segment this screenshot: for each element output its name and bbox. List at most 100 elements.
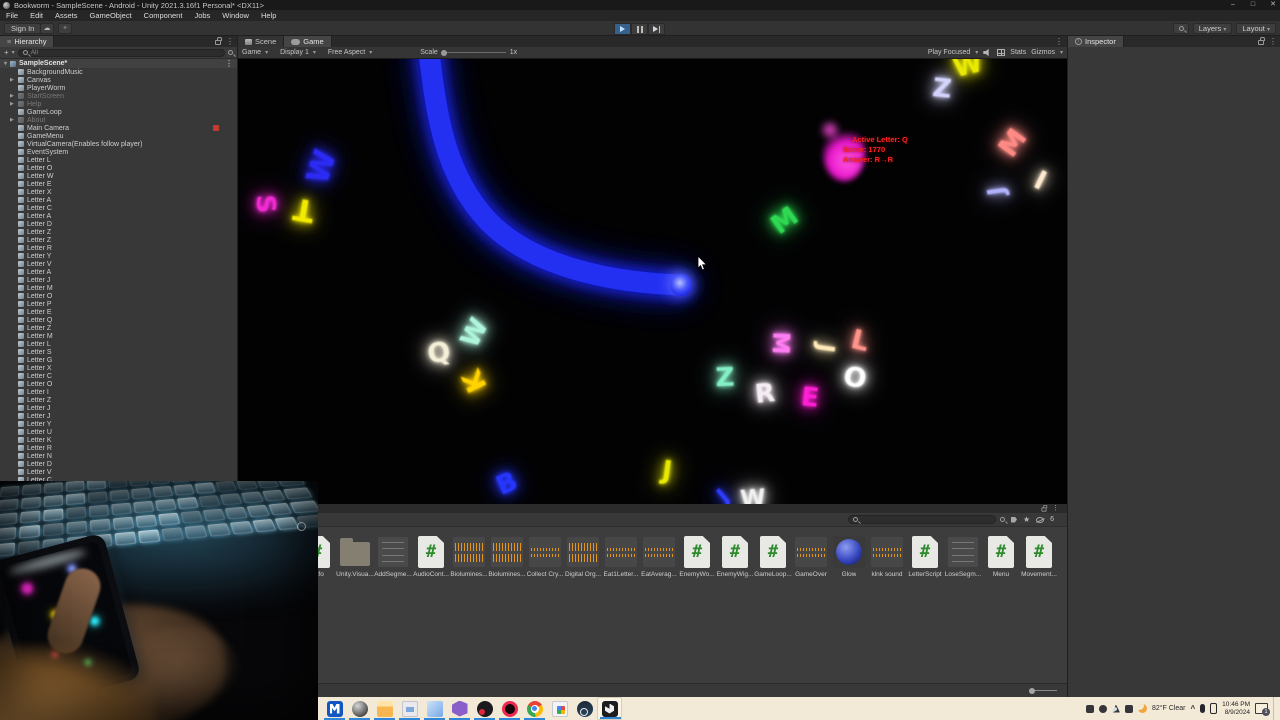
- notification-center-icon[interactable]: 1: [1255, 703, 1270, 716]
- tray-icon[interactable]: [1085, 704, 1094, 713]
- hierarchy-item[interactable]: Letter R: [0, 444, 237, 452]
- asset-tile[interactable]: # EnemyWo...: [678, 535, 716, 578]
- taskbar-app-bluefolder[interactable]: [422, 697, 447, 720]
- aspect-select[interactable]: Free Aspect: [328, 49, 365, 56]
- add-object-button[interactable]: +: [4, 48, 9, 57]
- hierarchy-item[interactable]: Letter G: [0, 356, 237, 364]
- cloud-icon[interactable]: ☁: [40, 23, 54, 34]
- taskbar-app-sphere[interactable]: [347, 697, 372, 720]
- show-desktop-button[interactable]: [1273, 697, 1277, 720]
- expand-arrow-icon[interactable]: ▶: [10, 117, 14, 123]
- taskbar-app-opera[interactable]: [497, 697, 522, 720]
- asset-tile[interactable]: Collect Cry...: [526, 535, 564, 578]
- menu-item-jobs[interactable]: Jobs: [188, 10, 216, 21]
- taskbar-app-steam[interactable]: [572, 697, 597, 720]
- sign-in-button[interactable]: Sign In: [4, 23, 42, 34]
- tab-scene[interactable]: Scene: [238, 36, 285, 47]
- thumbnail-size-slider[interactable]: [1029, 687, 1057, 694]
- kebab-menu-icon[interactable]: ⋮: [1055, 36, 1063, 47]
- asset-tile[interactable]: Unity.Visua...: [336, 535, 374, 578]
- asset-tile[interactable]: EatAverag...: [640, 535, 678, 578]
- step-button[interactable]: [648, 23, 665, 35]
- add-dropdown-icon[interactable]: ▾: [12, 49, 15, 56]
- phone-link-icon[interactable]: [1210, 703, 1218, 714]
- hierarchy-item[interactable]: BackgroundMusic: [0, 68, 237, 76]
- tray-icon[interactable]: [1111, 704, 1120, 713]
- taskbar-app-unity[interactable]: [597, 697, 622, 720]
- menu-item-window[interactable]: Window: [216, 10, 255, 21]
- hierarchy-item[interactable]: Letter V: [0, 468, 237, 476]
- menu-item-gameobject[interactable]: GameObject: [84, 10, 138, 21]
- search-by-label-icon[interactable]: [1011, 516, 1017, 523]
- hierarchy-item[interactable]: Letter E: [0, 180, 237, 188]
- layers-dropdown[interactable]: Layers ▾: [1192, 23, 1233, 34]
- game-display-dropdown[interactable]: Game: [242, 49, 261, 56]
- expand-arrow-icon[interactable]: ▶: [10, 93, 14, 99]
- search-icon[interactable]: [1172, 23, 1189, 34]
- hierarchy-item[interactable]: Letter E: [0, 308, 237, 316]
- hierarchy-item[interactable]: Letter Z: [0, 228, 237, 236]
- hierarchy-item[interactable]: Letter L: [0, 340, 237, 348]
- hierarchy-item[interactable]: Letter N: [0, 452, 237, 460]
- taskbar-app-vs[interactable]: [447, 697, 472, 720]
- hierarchy-item[interactable]: ▶ StartScreen: [0, 92, 237, 100]
- maximize-button[interactable]: □: [1248, 0, 1258, 10]
- pause-button[interactable]: [631, 23, 648, 35]
- asset-tile[interactable]: # GameLoop...: [754, 535, 792, 578]
- hierarchy-item[interactable]: Letter D: [0, 460, 237, 468]
- expand-arrow-icon[interactable]: ▶: [10, 77, 14, 83]
- hierarchy-item[interactable]: Letter A: [0, 268, 237, 276]
- lock-icon[interactable]: [1041, 504, 1047, 512]
- scale-slider[interactable]: [440, 49, 506, 56]
- tab-hierarchy[interactable]: ≡ Hierarchy: [0, 36, 55, 47]
- hierarchy-item[interactable]: Letter V: [0, 260, 237, 268]
- hierarchy-item[interactable]: ▶ Help: [0, 100, 237, 108]
- hierarchy-item[interactable]: PlayerWorm: [0, 84, 237, 92]
- close-button[interactable]: ✕: [1268, 0, 1278, 10]
- hierarchy-item[interactable]: Letter O: [0, 164, 237, 172]
- hierarchy-item[interactable]: GameLoop: [0, 108, 237, 116]
- layout-dropdown[interactable]: Layout ▾: [1236, 23, 1276, 34]
- play-button[interactable]: [614, 23, 631, 35]
- hierarchy-item[interactable]: Letter Q: [0, 316, 237, 324]
- menu-item-edit[interactable]: Edit: [24, 10, 49, 21]
- taskbar-clock[interactable]: 10:46 PM 8/9/2024: [1222, 701, 1250, 717]
- services-icon[interactable]: ✦: [58, 23, 72, 34]
- taskbar-app-darkred[interactable]: [472, 697, 497, 720]
- menu-item-file[interactable]: File: [0, 10, 24, 21]
- hierarchy-item[interactable]: Letter O: [0, 380, 237, 388]
- asset-tile[interactable]: Eat1Letter...: [602, 535, 640, 578]
- hierarchy-item[interactable]: EventSystem: [0, 148, 237, 156]
- hierarchy-item[interactable]: Letter S: [0, 348, 237, 356]
- menu-item-assets[interactable]: Assets: [49, 10, 84, 21]
- weather-text[interactable]: 82°F Clear: [1152, 705, 1186, 712]
- asset-tile[interactable]: Digital Org...: [564, 535, 602, 578]
- tab-inspector[interactable]: i Inspector: [1068, 36, 1124, 47]
- asset-tile[interactable]: Biolumines...: [488, 535, 526, 578]
- hierarchy-item[interactable]: Letter M: [0, 332, 237, 340]
- asset-tile[interactable]: # LetterScript: [906, 535, 944, 578]
- search-by-type-icon[interactable]: [1000, 517, 1005, 522]
- asset-tile[interactable]: klnk sound: [868, 535, 906, 578]
- asset-tile[interactable]: Glow: [830, 535, 868, 578]
- hierarchy-item[interactable]: Letter L: [0, 156, 237, 164]
- favorites-star-icon[interactable]: ★: [1023, 515, 1030, 524]
- tray-icon[interactable]: [1124, 704, 1133, 713]
- minimize-button[interactable]: –: [1228, 0, 1238, 10]
- hierarchy-item[interactable]: Letter A: [0, 212, 237, 220]
- hierarchy-item[interactable]: Letter Y: [0, 252, 237, 260]
- search-filter-icon[interactable]: [228, 50, 233, 55]
- hierarchy-item[interactable]: Letter C: [0, 204, 237, 212]
- stats-button[interactable]: Stats: [1010, 49, 1026, 56]
- asset-tile[interactable]: # Movement...: [1020, 535, 1058, 578]
- hierarchy-item[interactable]: Letter A: [0, 196, 237, 204]
- display-select[interactable]: Display 1: [280, 49, 309, 56]
- taskbar-app-msg[interactable]: [397, 697, 422, 720]
- hierarchy-item[interactable]: GameMenu: [0, 132, 237, 140]
- hierarchy-search-input[interactable]: All: [17, 48, 225, 57]
- microphone-icon[interactable]: [1200, 704, 1206, 713]
- hierarchy-item[interactable]: Letter Y: [0, 420, 237, 428]
- menu-item-help[interactable]: Help: [255, 10, 282, 21]
- hierarchy-item[interactable]: Letter I: [0, 388, 237, 396]
- hierarchy-item[interactable]: Letter C: [0, 372, 237, 380]
